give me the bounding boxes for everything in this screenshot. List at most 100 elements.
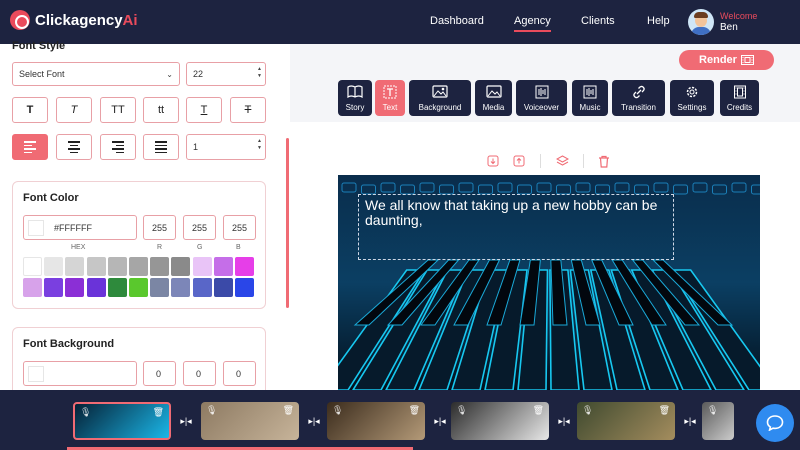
transition-icon[interactable]: ▸|◂ bbox=[306, 415, 322, 427]
red-input[interactable]: 255 bbox=[143, 215, 176, 240]
color-swatch[interactable] bbox=[86, 278, 106, 297]
tool-credits[interactable]: Credits bbox=[720, 80, 759, 116]
mute-mic-icon[interactable]: 🎙 bbox=[456, 405, 467, 416]
divider bbox=[583, 154, 584, 168]
font-size-input[interactable]: 22 ▲ ▼ bbox=[186, 62, 266, 86]
font-select[interactable]: Select Font ⌄ bbox=[12, 62, 180, 86]
delete-clip-icon[interactable]: 🗑 bbox=[153, 407, 164, 418]
underline-button[interactable]: T bbox=[186, 97, 222, 123]
delete-clip-icon[interactable]: 🗑 bbox=[659, 405, 670, 416]
color-swatch[interactable] bbox=[107, 257, 127, 276]
bg-blue-input[interactable]: 0 bbox=[223, 361, 256, 386]
mute-mic-icon[interactable]: 🎙 bbox=[332, 405, 343, 416]
color-swatch[interactable] bbox=[129, 257, 148, 276]
transition-icon[interactable]: ▸|◂ bbox=[682, 415, 698, 427]
mute-mic-icon[interactable]: 🎙 bbox=[582, 405, 593, 416]
nav-clients[interactable]: Clients bbox=[581, 15, 615, 27]
mute-mic-icon[interactable]: 🎙 bbox=[707, 405, 718, 416]
nav-agency[interactable]: Agency bbox=[514, 15, 551, 32]
stepper-icon[interactable]: ▲ ▼ bbox=[257, 66, 262, 80]
username[interactable]: Ben bbox=[720, 22, 738, 33]
brand-logo[interactable]: ClickagencyAi bbox=[10, 10, 138, 30]
render-button[interactable]: Render bbox=[679, 50, 774, 70]
blue-input[interactable]: 255 bbox=[223, 215, 256, 240]
stepper-icon[interactable]: ▲ ▼ bbox=[257, 138, 262, 152]
color-swatch[interactable] bbox=[23, 257, 42, 276]
color-swatch[interactable] bbox=[235, 278, 254, 297]
chat-icon bbox=[766, 415, 784, 431]
color-swatch[interactable] bbox=[171, 278, 191, 297]
color-swatch[interactable] bbox=[192, 278, 212, 297]
timeline-clip[interactable]: 🎙 🗑 bbox=[451, 402, 549, 440]
color-swatch[interactable] bbox=[150, 257, 170, 276]
color-swatch[interactable] bbox=[23, 278, 42, 297]
tool-transition-label: Transition bbox=[621, 103, 656, 112]
r-label: R bbox=[157, 244, 163, 251]
align-left-icon bbox=[24, 141, 36, 153]
color-swatch[interactable] bbox=[86, 257, 106, 276]
color-swatch[interactable] bbox=[192, 257, 212, 276]
tool-media[interactable]: Media bbox=[475, 80, 512, 116]
color-swatch[interactable] bbox=[65, 257, 85, 276]
tool-settings[interactable]: Settings bbox=[670, 80, 714, 116]
color-swatch[interactable] bbox=[213, 278, 233, 297]
transition-icon[interactable]: ▸|◂ bbox=[556, 415, 572, 427]
nav-dashboard[interactable]: Dashboard bbox=[430, 15, 484, 27]
caption-text[interactable]: We all know that taking up a new hobby c… bbox=[365, 198, 673, 228]
delete-clip-icon[interactable]: 🗑 bbox=[283, 405, 294, 416]
layers-icon[interactable] bbox=[556, 155, 569, 167]
italic-button[interactable]: T bbox=[56, 97, 92, 123]
bold-button[interactable]: T bbox=[12, 97, 48, 123]
align-right-button[interactable] bbox=[100, 134, 136, 160]
color-swatch[interactable] bbox=[150, 278, 170, 297]
color-swatch[interactable] bbox=[129, 278, 148, 297]
media-icon bbox=[485, 85, 502, 98]
bg-color-preview-swatch bbox=[28, 365, 44, 382]
color-swatch[interactable] bbox=[44, 278, 64, 297]
timeline-clip[interactable]: 🎙 🗑 bbox=[73, 402, 171, 440]
move-down-icon[interactable] bbox=[487, 155, 499, 167]
timeline-clip[interactable]: 🎙 🗑 bbox=[577, 402, 675, 440]
bg-red-input[interactable]: 0 bbox=[143, 361, 176, 386]
color-swatch[interactable] bbox=[235, 257, 254, 276]
brand-ai: Ai bbox=[122, 11, 138, 29]
color-swatch[interactable] bbox=[213, 257, 233, 276]
align-center-button[interactable] bbox=[56, 134, 92, 160]
tool-voiceover[interactable]: Voiceover bbox=[516, 80, 567, 116]
color-swatch[interactable] bbox=[107, 278, 127, 297]
uppercase-button[interactable]: TT bbox=[100, 97, 136, 123]
nav-help[interactable]: Help bbox=[647, 15, 670, 27]
strikethrough-button[interactable]: T bbox=[230, 97, 266, 123]
move-up-icon[interactable] bbox=[513, 155, 525, 167]
transition-icon[interactable]: ▸|◂ bbox=[178, 415, 194, 427]
align-left-button[interactable] bbox=[12, 134, 48, 160]
timeline-clip[interactable]: 🎙 🗑 bbox=[201, 402, 299, 440]
delete-clip-icon[interactable]: 🗑 bbox=[533, 405, 544, 416]
panel-scrollbar[interactable] bbox=[286, 138, 289, 308]
tool-story[interactable]: Story bbox=[338, 80, 372, 116]
color-swatch[interactable] bbox=[44, 257, 64, 276]
justify-button[interactable] bbox=[143, 134, 179, 160]
color-swatch[interactable] bbox=[171, 257, 191, 276]
trash-icon[interactable] bbox=[598, 155, 610, 168]
timeline-clip[interactable]: 🎙 🗑 bbox=[327, 402, 425, 440]
tool-text[interactable]: Text bbox=[375, 80, 405, 116]
timeline-clip[interactable]: 🎙 bbox=[702, 402, 734, 440]
green-input[interactable]: 255 bbox=[183, 215, 216, 240]
mute-mic-icon[interactable]: 🎙 bbox=[80, 407, 91, 418]
color-swatch[interactable] bbox=[65, 278, 85, 297]
bg-hex-input[interactable] bbox=[23, 361, 137, 386]
chat-button[interactable] bbox=[756, 404, 794, 442]
avatar[interactable] bbox=[688, 9, 714, 35]
tool-background[interactable]: Background bbox=[409, 80, 471, 116]
lowercase-button[interactable]: tt bbox=[143, 97, 179, 123]
tool-transition[interactable]: Transition bbox=[612, 80, 665, 116]
transition-icon[interactable]: ▸|◂ bbox=[432, 415, 448, 427]
bg-green-input[interactable]: 0 bbox=[183, 361, 216, 386]
mute-mic-icon[interactable]: 🎙 bbox=[206, 405, 217, 416]
tool-music[interactable]: Music bbox=[572, 80, 608, 116]
line-height-input[interactable]: 1 ▲ ▼ bbox=[186, 134, 266, 160]
delete-clip-icon[interactable]: 🗑 bbox=[409, 405, 420, 416]
hex-input[interactable]: #FFFFFF bbox=[23, 215, 137, 240]
b-label: B bbox=[236, 244, 241, 251]
